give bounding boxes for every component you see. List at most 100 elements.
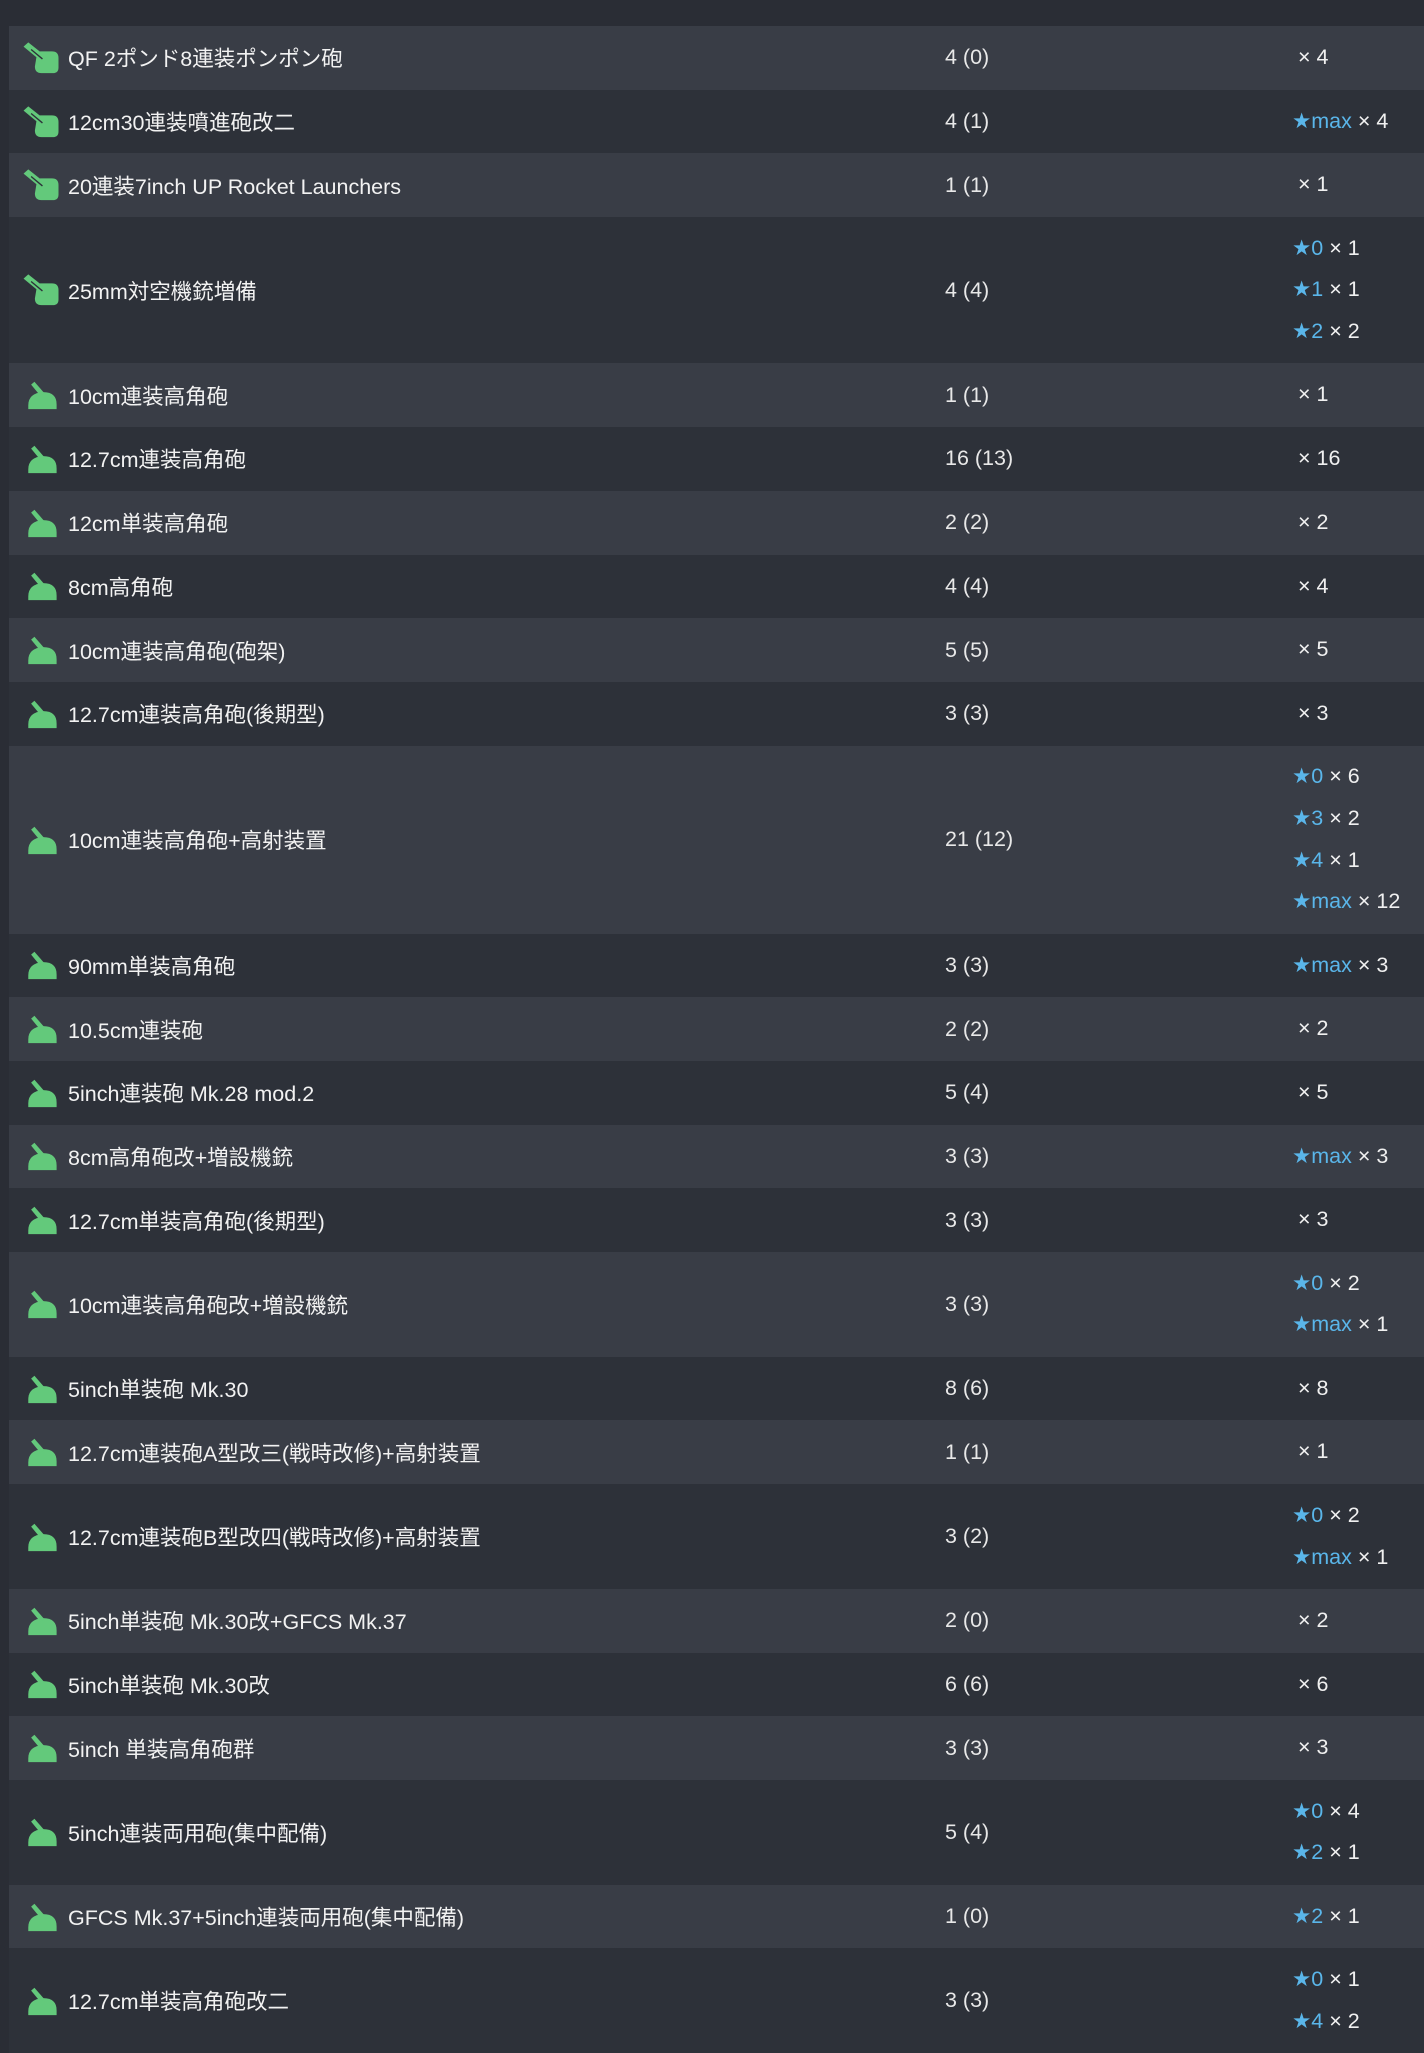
improvement-line: ★0 × 2 (1292, 1495, 1424, 1537)
equipment-count: 21 (12) (945, 827, 1014, 852)
improvement-line: ★0 × 1 (1292, 228, 1424, 270)
improvement-quantity: × 6 (1298, 1671, 1329, 1696)
equipment-row: 12.7cm連装砲A型改三(戦時改修)+高射装置 1 (1) × 1 (9, 1420, 1424, 1485)
improvement-quantity: × 1 (1298, 172, 1329, 197)
star-level-label: ★0 (1292, 1502, 1324, 1527)
star-level-label: ★2 (1292, 319, 1324, 344)
equipment-row: 12.7cm単装高角砲(後期型) 3 (3) × 3 (9, 1188, 1424, 1252)
improvement-quantity: × 2 (1298, 509, 1329, 534)
improvement-line: ★max × 3 (1292, 1136, 1424, 1178)
equipment-row: 10.5cm連装砲 2 (2) × 2 (9, 997, 1424, 1061)
high-angle-gun-icon (28, 1671, 57, 1699)
high-angle-gun-icon (22, 1287, 61, 1321)
equipment-name-cell: 10cm連装高角砲(砲架) (9, 633, 945, 667)
equipment-row: 12.7cm連装高角砲(後期型) 3 (3) × 3 (9, 681, 1424, 746)
improvement-breakdown: ★0 × 4 ★2 × 1 (1292, 1791, 1424, 1874)
improvement-breakdown: ★0 × 2 ★max × 1 (1292, 1495, 1424, 1578)
improvement-quantity: × 6 (1329, 764, 1360, 789)
equipment-name-cell: 10cm連装高角砲+高射装置 (9, 823, 945, 857)
equipment-name: GFCS Mk.37+5inch連装両用砲(集中配備) (68, 1906, 465, 1931)
high-angle-gun-icon (28, 445, 57, 474)
equipment-name: 20連装7inch UP Rocket Launchers (68, 174, 402, 199)
equipment-count: 3 (3) (945, 1988, 990, 2013)
improvement-line: ★2 × 1 (1292, 1832, 1424, 1874)
improvement-line: × 5 (1292, 1072, 1424, 1114)
star-level-label: ★0 (1292, 1270, 1324, 1295)
star-level-label: ★max (1292, 1544, 1352, 1569)
improvement-line: × 1 (1292, 374, 1424, 416)
equipment-row: 12.7cm連装高角砲 16 (13) × 16 (9, 427, 1424, 491)
equipment-name: 12.7cm単装高角砲改二 (68, 1990, 290, 2015)
high-angle-gun-icon (28, 700, 57, 728)
equipment-row: QF 2ポンド8連装ポンポン砲 4 (0) × 4 (9, 26, 1424, 90)
improvement-quantity: × 1 (1329, 277, 1360, 302)
aa-machine-gun-icon (22, 273, 61, 307)
equipment-count: 1 (1) (945, 1439, 990, 1464)
equipment-count: 1 (1) (945, 172, 990, 197)
high-angle-gun-icon (22, 569, 61, 603)
equipment-name: 8cm高角砲 (68, 575, 174, 600)
improvement-quantity: × 2 (1298, 1607, 1329, 1632)
equipment-name: 10.5cm連装砲 (68, 1018, 204, 1043)
star-level-label: ★4 (1292, 847, 1324, 872)
equipment-name: 12.7cm単装高角砲(後期型) (68, 1209, 325, 1234)
improvement-quantity: × 1 (1329, 1840, 1360, 1865)
high-angle-gun-icon (22, 1667, 61, 1701)
improvement-quantity: × 2 (1329, 1270, 1360, 1295)
equipment-row: 10cm連装高角砲(砲架) 5 (5) × 5 (9, 618, 1424, 682)
improvement-line: × 6 (1292, 1664, 1424, 1706)
equipment-name-cell: 5inch連装両用砲(集中配備) (9, 1815, 945, 1849)
improvement-quantity: × 16 (1298, 446, 1341, 471)
improvement-line: ★0 × 4 (1292, 1791, 1424, 1833)
high-angle-gun-icon (22, 506, 61, 540)
improvement-line: ★1 × 1 (1292, 269, 1424, 311)
improvement-quantity: × 4 (1329, 1798, 1360, 1823)
star-level-label: ★3 (1292, 805, 1324, 830)
equipment-name-cell: 8cm高角砲改+増設機銃 (9, 1139, 945, 1173)
improvement-line: ★4 × 2 (1292, 2001, 1424, 2043)
high-angle-gun-icon (28, 1206, 57, 1235)
equipment-row: 5inch 単装高角砲群 3 (3) × 3 (9, 1716, 1424, 1780)
improvement-quantity: × 1 (1357, 1312, 1389, 1337)
improvement-quantity: × 4 (1298, 573, 1329, 598)
high-angle-gun-icon (28, 636, 57, 665)
improvement-quantity: × 3 (1298, 1207, 1329, 1232)
equipment-name-cell: 12.7cm連装高角砲(後期型) (9, 697, 945, 731)
equipment-name: 12.7cm連装砲A型改三(戦時改修)+高射装置 (68, 1441, 481, 1466)
improvement-quantity: × 2 (1298, 1016, 1329, 1041)
improvement-quantity: × 3 (1298, 700, 1329, 725)
aa-machine-gun-icon (23, 169, 59, 201)
improvement-breakdown: ★max × 3 (1292, 945, 1424, 987)
high-angle-gun-icon (22, 823, 61, 857)
high-angle-gun-icon (28, 1015, 57, 1044)
equipment-row: 20連装7inch UP Rocket Launchers 1 (1) × 1 (9, 153, 1424, 218)
high-angle-gun-icon (22, 1520, 61, 1554)
equipment-row: 25mm対空機銃増備 4 (4) ★0 × 1 ★1 × 1 ★2 × 2 (9, 217, 1424, 364)
high-angle-gun-icon (22, 1372, 61, 1406)
improvement-breakdown: × 8 (1292, 1368, 1424, 1410)
high-angle-gun-icon (22, 442, 61, 476)
equipment-name-cell: 12.7cm連装砲B型改四(戦時改修)+高射装置 (9, 1520, 945, 1554)
equipment-count: 8 (6) (945, 1376, 990, 1401)
equipment-name-cell: 10cm連装高角砲改+増設機銃 (9, 1287, 945, 1321)
star-level-label: ★0 (1292, 1798, 1324, 1823)
improvement-breakdown: ★max × 3 (1292, 1136, 1424, 1178)
high-angle-gun-icon (28, 1987, 57, 2015)
improvement-quantity: × 1 (1298, 382, 1329, 407)
high-angle-gun-icon (22, 1731, 61, 1765)
star-level-label: ★max (1292, 952, 1352, 977)
equipment-row: 10cm連装高角砲改+増設機銃 3 (3) ★0 × 2 ★max × 1 (9, 1251, 1424, 1357)
equipment-name-cell: 8cm高角砲 (9, 569, 945, 603)
equipment-name: 25mm対空機銃増備 (68, 279, 257, 304)
improvement-line: × 3 (1292, 1199, 1424, 1241)
equipment-name-cell: 12cm単装高角砲 (9, 506, 945, 540)
improvement-line: × 2 (1292, 502, 1424, 544)
improvement-line: × 16 (1292, 438, 1424, 480)
equipment-count: 6 (6) (945, 1671, 990, 1696)
improvement-breakdown: × 5 (1292, 629, 1424, 671)
high-angle-gun-icon (28, 826, 57, 854)
equipment-name: 12.7cm連装砲B型改四(戦時改修)+高射装置 (68, 1526, 481, 1551)
high-angle-gun-icon (28, 1143, 57, 1171)
equipment-name-cell: 5inch連装砲 Mk.28 mod.2 (9, 1076, 945, 1110)
high-angle-gun-icon (28, 573, 57, 601)
